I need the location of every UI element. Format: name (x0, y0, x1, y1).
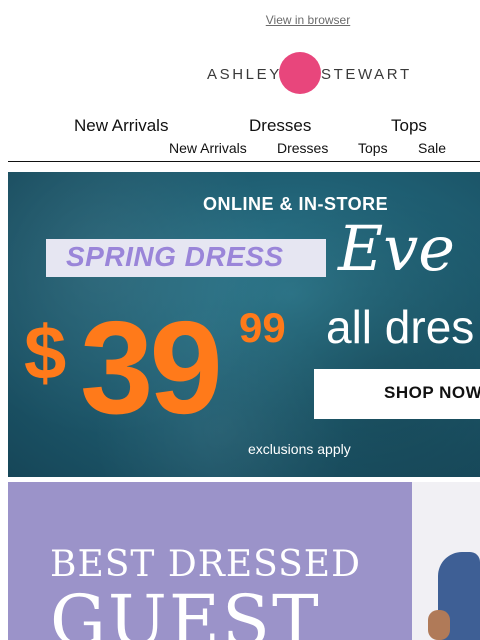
subnav-sale[interactable]: Sale (418, 140, 446, 156)
nav-divider (8, 161, 480, 162)
price-dollar-sign: $ (24, 311, 67, 396)
model-hand (428, 610, 450, 640)
subnav-tops[interactable]: Tops (358, 140, 388, 156)
spring-dress-label: SPRING DRESS (66, 241, 284, 272)
ashley-stewart-logo[interactable]: ASHLEY STEWART (207, 52, 411, 96)
logo-word-left: ASHLEY (207, 66, 282, 83)
best-dressed-guest-banner[interactable]: BEST DRESSED GUEST (8, 482, 480, 640)
exclusions-note: exclusions apply (248, 441, 351, 457)
price-cents: 99 (239, 304, 286, 351)
price-suffix: all dres (326, 301, 475, 353)
spring-dress-banner[interactable]: ONLINE & IN-STORE SPRING DRESS Eve $ 39 … (8, 172, 480, 477)
nav-dresses[interactable]: Dresses (249, 116, 311, 136)
price-whole: 39 (80, 294, 223, 441)
nav-new-arrivals[interactable]: New Arrivals (74, 116, 168, 136)
event-script-text: Eve (338, 212, 455, 285)
nav-tops[interactable]: Tops (391, 116, 427, 136)
logo-monogram-icon (279, 52, 321, 94)
guest-heading: GUEST (50, 580, 321, 640)
subnav-dresses[interactable]: Dresses (277, 140, 328, 156)
view-in-browser-link[interactable]: View in browser (0, 13, 480, 27)
best-dressed-heading: BEST DRESSED (50, 544, 361, 585)
model-photo (412, 482, 480, 640)
subnav-new-arrivals[interactable]: New Arrivals (169, 140, 247, 156)
logo-word-right: STEWART (321, 66, 412, 83)
shop-now-label: SHOP NOW (384, 383, 480, 402)
shop-now-button[interactable]: SHOP NOW (314, 369, 480, 419)
